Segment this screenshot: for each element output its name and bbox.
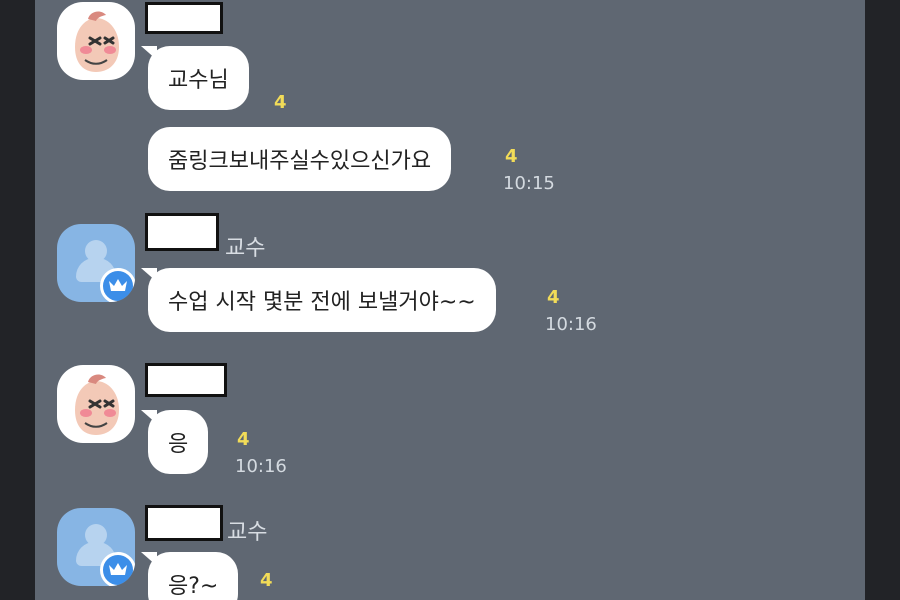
unread-count: 4 xyxy=(547,287,560,308)
crown-badge-icon xyxy=(100,268,135,302)
unread-count: 4 xyxy=(260,570,273,591)
message-bubble[interactable]: 수업 시작 몇분 전에 보낼거야~~ xyxy=(148,268,496,332)
sender-name: 교수 xyxy=(225,236,266,261)
chat-area[interactable]: 교수님 4 줌링크보내주실수있으신가요 4 10:15 교수 수업 시작 몇분 … xyxy=(35,0,865,600)
peach-avatar-icon[interactable] xyxy=(57,2,135,80)
redacted-name-box xyxy=(145,2,223,34)
message-time: 10:16 xyxy=(235,456,287,477)
message-text: 줌링크보내주실수있으신가요 xyxy=(168,149,432,174)
message-bubble[interactable]: 줌링크보내주실수있으신가요 xyxy=(148,127,452,191)
message-text: 수업 시작 몇분 전에 보낼거야~~ xyxy=(168,290,476,315)
redacted-name-box xyxy=(145,213,219,251)
default-profile-icon[interactable] xyxy=(57,508,135,586)
message-bubble[interactable]: 응?~ xyxy=(148,552,239,600)
unread-count: 4 xyxy=(237,429,250,450)
message-text: 응?~ xyxy=(168,574,219,599)
message-time: 10:16 xyxy=(545,314,597,335)
sender-name: 교수 xyxy=(227,520,268,545)
peach-avatar-icon[interactable] xyxy=(57,365,135,443)
redacted-name-box xyxy=(145,363,227,397)
default-profile-icon[interactable] xyxy=(57,224,135,302)
message-text: 응 xyxy=(168,432,189,457)
crown-badge-icon xyxy=(100,552,135,586)
message-text: 교수님 xyxy=(168,68,229,93)
message-time: 10:15 xyxy=(503,173,555,194)
unread-count: 4 xyxy=(274,92,287,113)
message-bubble[interactable]: 응 xyxy=(148,410,209,474)
redacted-name-box xyxy=(145,505,223,541)
unread-count: 4 xyxy=(505,146,518,167)
message-bubble[interactable]: 교수님 xyxy=(148,46,249,110)
